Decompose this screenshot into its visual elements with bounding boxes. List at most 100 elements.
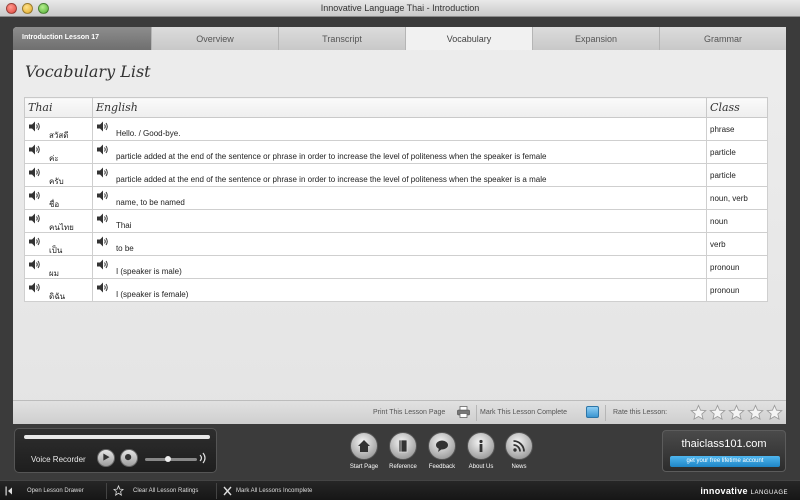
free-account-button[interactable]: get your free lifetime account <box>670 456 780 467</box>
window-title: Innovative Language Thai - Introduction <box>320 3 480 13</box>
play-button[interactable] <box>97 449 115 467</box>
word-class: phrase <box>710 125 735 134</box>
nav-start-page[interactable]: Start Page <box>347 432 381 470</box>
site-name[interactable]: thaiclass101.com <box>663 438 785 450</box>
english-definition: I (speaker is female) <box>115 290 189 299</box>
lesson-rating <box>690 404 783 421</box>
speaker-icon[interactable] <box>28 282 41 293</box>
english-definition: particle added at the end of the sentenc… <box>115 152 547 161</box>
word-class: noun, verb <box>710 194 748 203</box>
tab-transcript[interactable]: Transcript <box>278 27 405 50</box>
rss-icon <box>513 440 525 452</box>
thai-cell: ผม <box>24 255 93 279</box>
class-cell: noun <box>706 209 768 233</box>
english-definition: Hello. / Good-bye. <box>115 129 181 138</box>
table-row: ผม I (speaker is male) pronoun <box>24 255 768 279</box>
rating-star-icon[interactable] <box>709 404 726 421</box>
word-class: particle <box>710 148 736 157</box>
class-cell: pronoun <box>706 255 768 279</box>
nav-about-us[interactable]: About Us <box>464 432 498 470</box>
thai-word: คนไทย <box>49 223 74 232</box>
speaker-icon[interactable] <box>96 282 109 293</box>
thai-word: เป็น <box>49 246 63 255</box>
thai-word: ผม <box>49 269 59 278</box>
logo-sub-text: LANGUAGE <box>750 490 788 496</box>
x-mark-icon[interactable] <box>223 486 232 496</box>
word-class: pronoun <box>710 286 740 295</box>
tab-grammar[interactable]: Grammar <box>659 27 786 50</box>
volume-slider-knob[interactable] <box>165 456 172 462</box>
speaker-icon[interactable] <box>28 121 41 132</box>
nav-news[interactable]: News <box>502 432 536 470</box>
english-cell: to be <box>91 232 708 256</box>
english-cell: Hello. / Good-bye. <box>91 117 708 141</box>
header-english: English <box>91 97 708 118</box>
window-titlebar: Innovative Language Thai - Introduction <box>0 0 800 17</box>
speaker-icon[interactable] <box>96 167 109 178</box>
rating-star-icon[interactable] <box>747 404 764 421</box>
nav-feedback[interactable]: Feedback <box>425 432 459 470</box>
voice-recorder-label: Voice Recorder <box>31 455 86 464</box>
page-title: Vocabulary List <box>25 62 151 81</box>
speaker-icon[interactable] <box>96 121 109 132</box>
nav-reference[interactable]: Reference <box>386 432 420 470</box>
header-class: Class <box>706 97 768 118</box>
header-thai: Thai <box>24 97 93 118</box>
lesson-complete-checkbox[interactable] <box>586 406 599 418</box>
speaker-icon[interactable] <box>28 236 41 247</box>
rating-star-icon[interactable] <box>690 404 707 421</box>
nav-label: About Us <box>468 464 494 470</box>
class-cell: phrase <box>706 117 768 141</box>
nav-label: Start Page <box>349 464 379 470</box>
speaker-icon[interactable] <box>96 213 109 224</box>
thai-cell: สวัสดี <box>24 117 93 141</box>
print-lesson-link[interactable]: Print This Lesson Page <box>373 409 445 416</box>
thai-cell: ดิฉัน <box>24 278 93 302</box>
table-header-row: Thai English Class <box>24 97 768 118</box>
thai-word: ชื่อ <box>49 200 60 209</box>
speaker-icon[interactable] <box>96 144 109 155</box>
word-class: pronoun <box>710 263 740 272</box>
nav-label: Reference <box>389 464 417 470</box>
nav-label: News <box>511 464 527 470</box>
speaker-icon[interactable] <box>28 167 41 178</box>
speaker-icon[interactable] <box>28 213 41 224</box>
speaker-icon[interactable] <box>28 259 41 270</box>
thai-word: สวัสดี <box>49 131 69 140</box>
rating-star-icon[interactable] <box>728 404 745 421</box>
mark-complete-link[interactable]: Mark This Lesson Complete <box>480 409 567 416</box>
speaker-icon[interactable] <box>96 259 109 270</box>
thai-cell: ชื่อ <box>24 186 93 210</box>
speaker-icon[interactable] <box>96 190 109 201</box>
word-class: particle <box>710 171 736 180</box>
english-cell: Thai <box>91 209 708 233</box>
lesson-footer-bar: Print This Lesson Page Mark This Lesson … <box>13 400 786 424</box>
speaker-icon[interactable] <box>28 190 41 201</box>
star-outline-icon[interactable] <box>113 485 124 496</box>
rating-star-icon[interactable] <box>766 404 783 421</box>
mark-all-incomplete-button[interactable]: Mark All Lessons Incomplete <box>236 488 312 494</box>
tab-vocabulary[interactable]: Vocabulary <box>405 27 532 50</box>
table-row: เป็น to be verb <box>24 232 768 256</box>
thai-cell: ค่ะ <box>24 140 93 164</box>
tab-expansion[interactable]: Expansion <box>532 27 659 50</box>
record-button[interactable] <box>120 449 138 467</box>
class-cell: noun, verb <box>706 186 768 210</box>
printer-icon[interactable] <box>457 406 470 418</box>
class-cell: particle <box>706 163 768 187</box>
speaker-icon[interactable] <box>28 144 41 155</box>
english-cell: particle added at the end of the sentenc… <box>91 163 708 187</box>
speaker-icon[interactable] <box>96 236 109 247</box>
english-definition: Thai <box>115 221 132 230</box>
drawer-icon[interactable] <box>5 486 13 496</box>
tab-overview[interactable]: Overview <box>151 27 278 50</box>
open-lesson-drawer-button[interactable]: Open Lesson Drawer <box>27 488 84 494</box>
english-cell: I (speaker is male) <box>91 255 708 279</box>
clear-all-ratings-button[interactable]: Clear All Lesson Ratings <box>133 488 198 494</box>
class-cell: pronoun <box>706 278 768 302</box>
statusbar-divider <box>216 483 217 499</box>
class-cell: verb <box>706 232 768 256</box>
info-icon <box>479 439 483 452</box>
english-cell: particle added at the end of the sentenc… <box>91 140 708 164</box>
table-row: สวัสดี Hello. / Good-bye. phrase <box>24 117 768 141</box>
